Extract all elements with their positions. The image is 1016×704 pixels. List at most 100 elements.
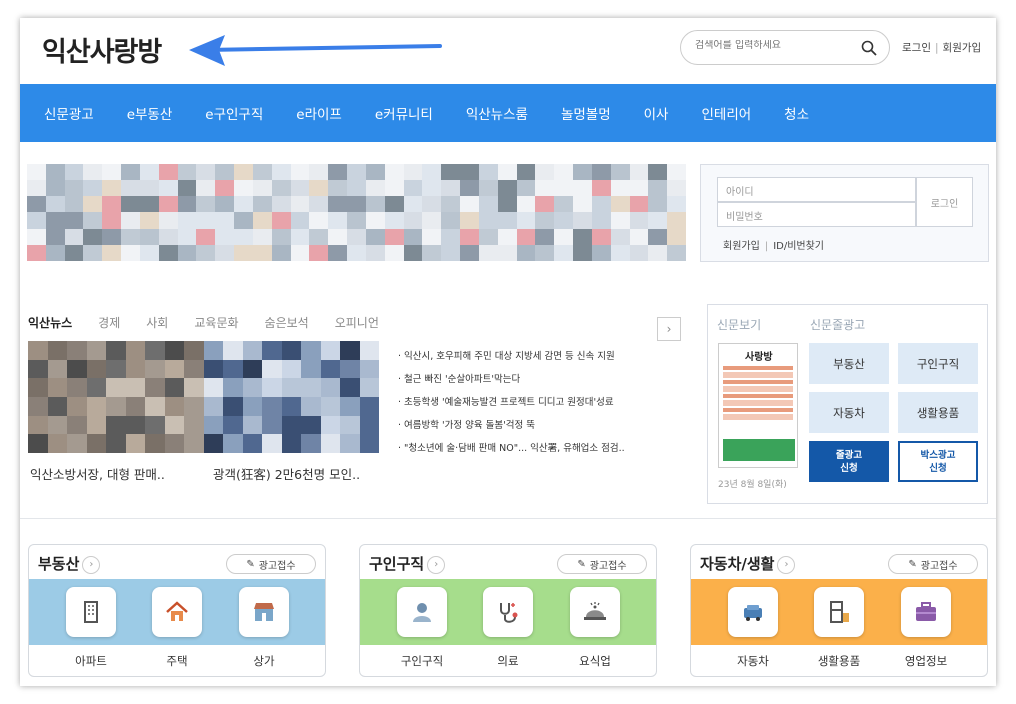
id-field[interactable]: 아이디 bbox=[717, 177, 916, 202]
line-ad-apply-button[interactable]: 줄광고 신청 bbox=[809, 441, 889, 482]
nav-item[interactable]: 이사 bbox=[644, 103, 669, 123]
nav-item[interactable]: e부동산 bbox=[127, 103, 173, 123]
mosaic-cell bbox=[610, 180, 630, 197]
ad-submit-label: 광고접수 bbox=[920, 560, 958, 572]
find-account-link[interactable]: ID/비번찾기 bbox=[773, 241, 824, 252]
mosaic-cell bbox=[27, 244, 46, 261]
card-title[interactable]: 구인구직 › bbox=[369, 553, 446, 574]
card-item-label[interactable]: 구인구직 bbox=[382, 653, 462, 669]
house-icon[interactable] bbox=[152, 587, 202, 637]
card-item-label[interactable]: 영업정보 bbox=[886, 653, 966, 669]
mosaic-cell bbox=[573, 244, 592, 261]
card-item-label[interactable]: 생활용품 bbox=[799, 653, 879, 669]
store-icon[interactable] bbox=[239, 587, 289, 637]
news-thumb-caption[interactable]: 광객(狂客) 2만6천명 모인.. bbox=[213, 464, 360, 483]
ad-submit-button[interactable]: ✎ 광고접수 bbox=[888, 554, 978, 574]
news-next-button[interactable]: › bbox=[657, 317, 681, 341]
news-thumb-caption[interactable]: 익산소방서장, 대형 판매.. bbox=[30, 464, 165, 483]
tab-economy[interactable]: 경제 bbox=[98, 314, 120, 331]
mosaic-cell bbox=[242, 415, 263, 435]
classified-jobs[interactable]: 구인구직 bbox=[898, 343, 978, 384]
tab-iksan-news[interactable]: 익산뉴스 bbox=[28, 314, 72, 331]
appliance-icon[interactable] bbox=[814, 587, 864, 637]
card-item-label[interactable]: 의료 bbox=[468, 653, 548, 669]
apartment-icon[interactable] bbox=[66, 587, 116, 637]
mosaic-cell bbox=[301, 396, 321, 416]
card-item-label[interactable]: 주택 bbox=[137, 653, 217, 669]
chevron-right-icon[interactable]: › bbox=[427, 556, 446, 574]
news-headline[interactable]: · 철근 빠진 '순살아파트'막는다 bbox=[398, 368, 625, 391]
stethoscope-icon[interactable] bbox=[483, 587, 533, 637]
tab-hidden-gems[interactable]: 숨은보석 bbox=[265, 314, 309, 331]
person-icon[interactable] bbox=[397, 587, 447, 637]
login-button[interactable]: 로그인 bbox=[916, 177, 973, 227]
main-banner-image[interactable] bbox=[27, 164, 686, 261]
mosaic-cell bbox=[290, 212, 310, 229]
mosaic-cell bbox=[196, 164, 216, 181]
classified-title[interactable]: 신문줄광고 bbox=[810, 316, 865, 333]
card-item-label[interactable]: 요식업 bbox=[555, 653, 635, 669]
card-title[interactable]: 부동산 › bbox=[38, 553, 101, 574]
nav-item[interactable]: e라이프 bbox=[296, 103, 342, 123]
site-logo[interactable]: 익산사랑방 bbox=[42, 30, 162, 69]
nav-item[interactable]: 인테리어 bbox=[701, 103, 751, 123]
search-icon[interactable] bbox=[861, 40, 877, 56]
news-headline[interactable]: · 익산시, 호우피해 주민 대상 지방세 감면 등 신속 지원 bbox=[398, 345, 625, 368]
mosaic-cell bbox=[164, 341, 185, 360]
mosaic-cell bbox=[441, 228, 461, 245]
mosaic-cell bbox=[242, 341, 263, 360]
tab-opinion[interactable]: 오피니언 bbox=[335, 314, 379, 331]
newspaper-thumbnail[interactable]: 사랑방 bbox=[718, 343, 798, 468]
nav-item[interactable]: e구인구직 bbox=[205, 103, 263, 123]
nav-item[interactable]: 놀멍볼멍 bbox=[561, 103, 611, 123]
signup-link[interactable]: 회원가입 bbox=[943, 42, 982, 54]
nav-item[interactable]: e커뮤니티 bbox=[375, 103, 433, 123]
mosaic-cell bbox=[478, 164, 498, 181]
mosaic-cell bbox=[478, 180, 498, 197]
cloche-icon[interactable] bbox=[570, 587, 620, 637]
tab-education[interactable]: 교육문화 bbox=[194, 314, 238, 331]
news-thumbnail-2[interactable] bbox=[204, 341, 379, 453]
logo-text-1: 익산 bbox=[42, 37, 91, 68]
mosaic-cell bbox=[554, 196, 574, 213]
classified-cars[interactable]: 자동차 bbox=[809, 392, 889, 433]
search-box[interactable] bbox=[680, 30, 890, 65]
password-field[interactable]: 비밀번호 bbox=[717, 202, 916, 227]
mosaic-cell bbox=[145, 378, 165, 397]
news-thumbnail-1[interactable] bbox=[28, 341, 204, 453]
signup-link[interactable]: 회원가입 bbox=[723, 241, 760, 252]
mosaic-cell bbox=[177, 164, 197, 181]
mosaic-cell bbox=[667, 180, 686, 197]
ad-submit-button[interactable]: ✎ 광고접수 bbox=[557, 554, 647, 574]
card-item-label[interactable]: 자동차 bbox=[713, 653, 793, 669]
car-icon[interactable] bbox=[728, 587, 778, 637]
mosaic-cell bbox=[554, 164, 574, 181]
news-headline[interactable]: · 초등학생 '예술재능발견 프로젝트 디디고 원정대'성료 bbox=[398, 391, 625, 414]
mosaic-cell bbox=[64, 228, 84, 245]
search-input[interactable] bbox=[695, 40, 855, 51]
mosaic-cell bbox=[535, 164, 555, 181]
nav-item[interactable]: 청소 bbox=[784, 103, 809, 123]
cta-line2: 신청 bbox=[840, 462, 858, 474]
nav-item[interactable]: 익산뉴스룸 bbox=[466, 103, 528, 123]
card-title[interactable]: 자동차/생활 › bbox=[700, 553, 796, 574]
classified-goods[interactable]: 생활용품 bbox=[898, 392, 978, 433]
mosaic-cell bbox=[422, 212, 442, 229]
briefcase-icon[interactable] bbox=[901, 587, 951, 637]
card-item-label[interactable]: 상가 bbox=[224, 653, 304, 669]
login-link[interactable]: 로그인 bbox=[902, 42, 931, 54]
mosaic-cell bbox=[347, 180, 366, 197]
box-ad-apply-button[interactable]: 박스광고 신청 bbox=[898, 441, 978, 482]
mosaic-cell bbox=[460, 212, 479, 229]
tab-society[interactable]: 사회 bbox=[146, 314, 168, 331]
newspaper-title[interactable]: 신문보기 bbox=[717, 316, 761, 333]
ad-submit-button[interactable]: ✎ 광고접수 bbox=[226, 554, 316, 574]
mosaic-cell bbox=[328, 244, 348, 261]
news-headline[interactable]: · "청소년에 술·담배 판매 NO"... 익산署, 유해업소 점검.. bbox=[398, 437, 625, 460]
card-item-label[interactable]: 아파트 bbox=[51, 653, 131, 669]
chevron-right-icon[interactable]: › bbox=[82, 556, 101, 574]
nav-item[interactable]: 신문광고 bbox=[44, 103, 94, 123]
news-headline[interactable]: · 여름방학 '가정 양육 돌봄'걱정 뚝 bbox=[398, 414, 625, 437]
chevron-right-icon[interactable]: › bbox=[777, 556, 796, 574]
classified-real-estate[interactable]: 부동산 bbox=[809, 343, 889, 384]
